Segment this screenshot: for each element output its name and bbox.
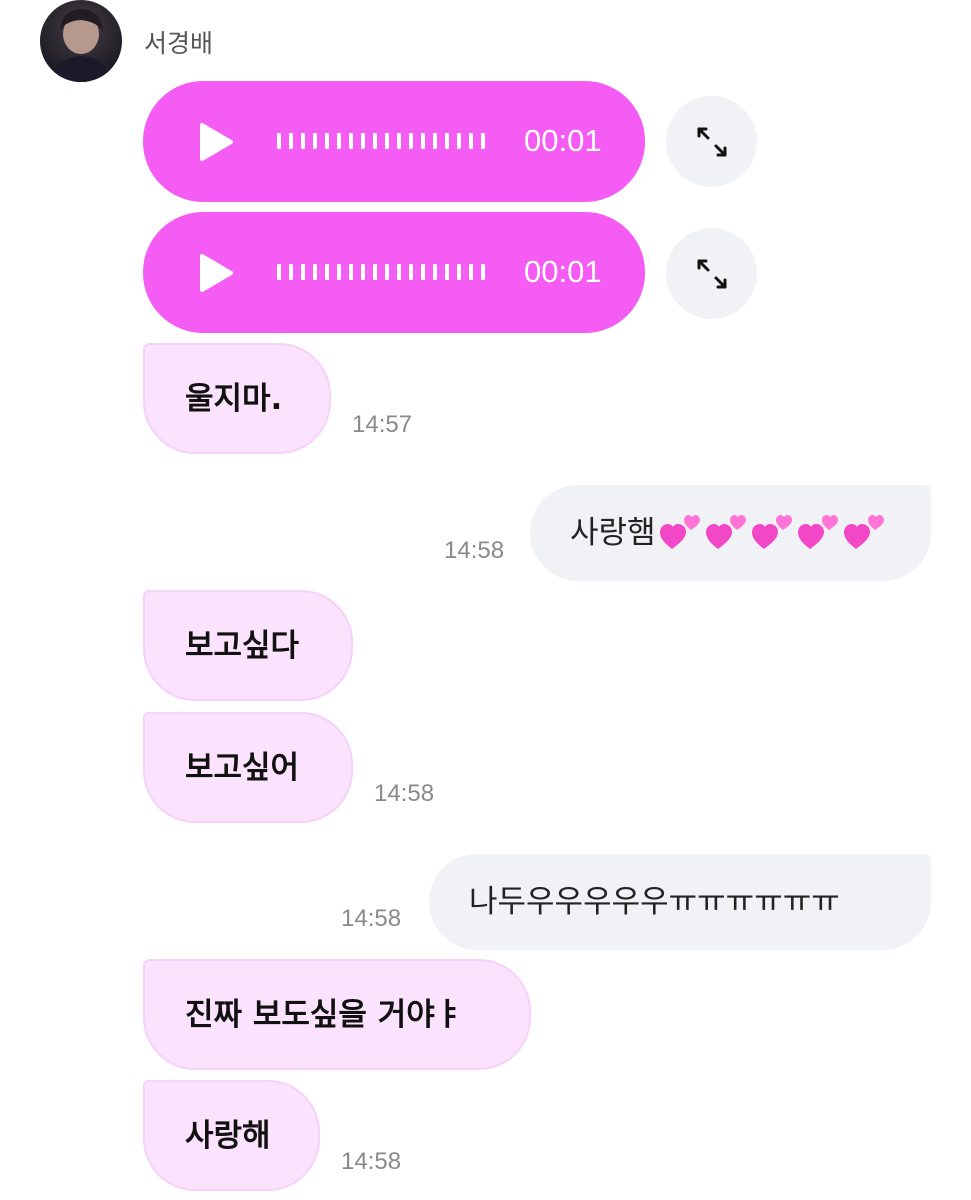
expand-icon [697, 127, 727, 157]
sender-name: 서경배 [144, 29, 214, 58]
message-timestamp: 14:57 [352, 411, 413, 438]
avatar[interactable] [40, 0, 122, 82]
message-text: 울지마. [185, 380, 283, 417]
waveform-icon [277, 264, 485, 280]
message-text: 사랑햄 [570, 515, 656, 551]
play-icon[interactable] [198, 253, 234, 297]
message-timestamp: 14:58 [444, 537, 505, 564]
voice-message[interactable]: 00:01 [143, 212, 645, 333]
message-bubble-incoming[interactable]: 사랑해 [143, 1080, 320, 1191]
message-timestamp: 14:58 [374, 780, 435, 807]
voice-duration: 00:01 [524, 254, 602, 289]
two-hearts-emoji [658, 513, 702, 553]
message-text: 나두우우우우우ㅠㅠㅠㅠㅠㅠ [469, 884, 840, 920]
message-text: 진짜 보도싶을 거야ㅑ [185, 996, 464, 1033]
message-text: 보고싶어 [185, 749, 300, 786]
message-bubble-incoming[interactable]: 진짜 보도싶을 거야ㅑ [143, 959, 531, 1070]
expand-button[interactable] [666, 228, 757, 319]
message-text: 사랑해 [185, 1117, 271, 1154]
message-bubble-incoming[interactable]: 울지마. [143, 343, 331, 454]
message-bubble-outgoing[interactable]: 사랑햄 [530, 485, 931, 581]
message-bubble-incoming[interactable]: 보고싶어 [143, 712, 353, 823]
expand-button[interactable] [666, 96, 757, 187]
message-bubble-outgoing[interactable]: 나두우우우우우ㅠㅠㅠㅠㅠㅠ [429, 854, 931, 950]
waveform-icon [277, 133, 485, 149]
message-bubble-incoming[interactable]: 보고싶다 [143, 590, 353, 701]
voice-duration: 00:01 [524, 123, 602, 158]
two-hearts-emoji [704, 513, 748, 553]
two-hearts-emoji [796, 513, 840, 553]
expand-icon [697, 259, 727, 289]
message-timestamp: 14:58 [341, 1148, 402, 1175]
voice-message[interactable]: 00:01 [143, 81, 645, 202]
play-icon[interactable] [198, 122, 234, 166]
two-hearts-emoji [842, 513, 886, 553]
two-hearts-emoji [750, 513, 794, 553]
message-timestamp: 14:58 [341, 905, 402, 932]
message-text: 보고싶다 [185, 627, 300, 664]
